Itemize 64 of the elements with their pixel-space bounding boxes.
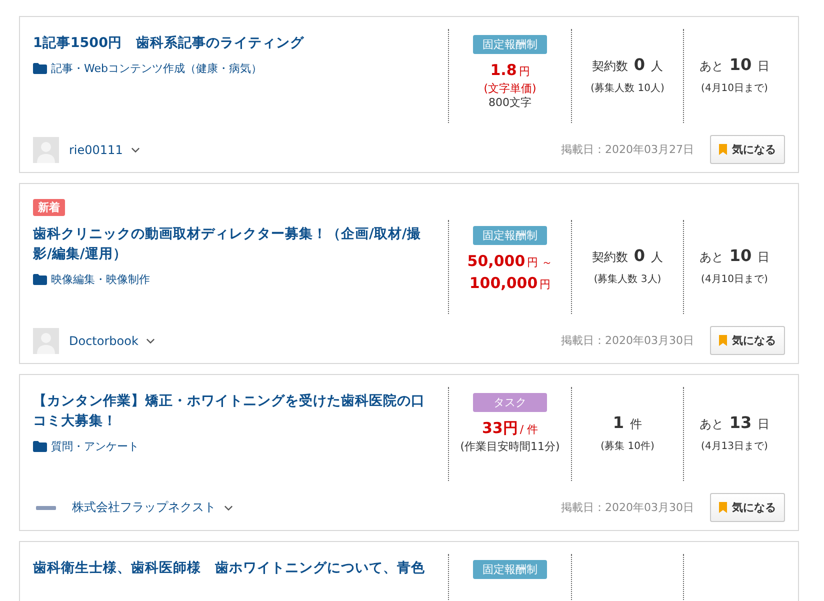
user-name-link[interactable]: 株式会社フラップネクスト	[72, 499, 216, 516]
job-title-link[interactable]: 歯科衛生士様、歯科医師様 歯ホワイトニングについて、青色	[33, 558, 432, 578]
new-badge: 新着	[33, 199, 65, 216]
days-left-unit: 日	[758, 416, 770, 433]
days-left-count: 10	[729, 246, 752, 265]
user-name-link[interactable]: Doctorbook	[69, 334, 138, 348]
price-text: (作業目安時間11分)	[460, 440, 560, 454]
chevron-down-icon[interactable]	[130, 146, 140, 152]
days-left-unit: 日	[758, 249, 770, 266]
chevron-down-icon[interactable]	[224, 504, 233, 510]
category-link[interactable]: 記事・Webコンテンツ作成（健康・病気）	[51, 61, 262, 76]
price-text: 円	[518, 64, 530, 80]
payment-type-badge: 固定報酬制	[473, 35, 547, 54]
days-left-label: あと	[699, 249, 724, 266]
folder-icon	[33, 274, 47, 285]
folder-icon	[33, 441, 47, 452]
recruit-count: (募集人数 10人)	[590, 82, 664, 95]
price-text: 800文字	[488, 96, 532, 110]
price-text: 50,000	[467, 251, 526, 271]
price-text: 33円	[482, 418, 518, 438]
category-link[interactable]: 質問・アンケート	[51, 439, 139, 454]
price-text: 100,000	[469, 273, 538, 293]
job-title-link[interactable]: 【カンタン作業】矯正・ホワイトニングを受けた歯科医院の口コミ大募集！	[33, 391, 432, 431]
bookmark-icon	[719, 335, 727, 346]
favorite-button[interactable]: 気になる	[710, 326, 785, 355]
posted-date: 掲載日：2020年03月30日	[561, 500, 694, 515]
contracts-count: 0	[634, 246, 646, 265]
price-text: 円 ～	[527, 255, 553, 271]
bookmark-icon	[719, 502, 727, 513]
job-title-link[interactable]: 歯科クリニックの動画取材ディレクター募集！（企画/取材/撮影/編集/運用）	[33, 224, 432, 264]
contracts-unit: 人	[651, 58, 664, 75]
user-name-link[interactable]: rie00111	[69, 142, 123, 156]
contracts-unit: 件	[630, 416, 642, 433]
price-text: 円	[540, 277, 551, 293]
recruit-count: (募集 10件)	[600, 440, 654, 453]
payment-type-badge: 固定報酬制	[473, 560, 547, 579]
deadline-date: (4月10日まで)	[701, 273, 768, 286]
days-left-count: 10	[729, 55, 752, 74]
favorite-button[interactable]: 気になる	[710, 493, 785, 522]
price-text: (文字単価)	[484, 82, 536, 96]
folder-icon	[33, 63, 47, 74]
favorite-button[interactable]: 気になる	[710, 135, 785, 164]
contracts-count: 1	[612, 413, 624, 432]
days-left-label: あと	[699, 416, 724, 433]
bookmark-icon	[719, 144, 727, 155]
contracts-unit: 人	[651, 249, 664, 266]
days-left-unit: 日	[758, 58, 770, 75]
job-title-link[interactable]: 1記事1500円 歯科系記事のライティング	[33, 33, 432, 53]
category-link[interactable]: 映像編集・映像制作	[51, 272, 150, 287]
price-text: / 件	[520, 422, 538, 438]
posted-date: 掲載日：2020年03月30日	[561, 333, 694, 348]
price-text: 1.8	[490, 60, 517, 80]
days-left-count: 13	[729, 413, 752, 432]
posted-date: 掲載日：2020年03月27日	[561, 142, 694, 157]
contracts-label: 契約数	[592, 249, 628, 266]
payment-type-badge: タスク	[473, 393, 547, 412]
days-left-label: あと	[699, 58, 724, 75]
contracts-count: 0	[634, 55, 646, 74]
payment-type-badge: 固定報酬制	[473, 226, 547, 245]
recruit-count: (募集人数 3人)	[594, 272, 662, 286]
contracts-label: 契約数	[592, 58, 628, 75]
deadline-date: (4月10日まで)	[701, 82, 768, 95]
deadline-date: (4月13日まで)	[701, 440, 768, 453]
chevron-down-icon[interactable]	[146, 338, 156, 344]
